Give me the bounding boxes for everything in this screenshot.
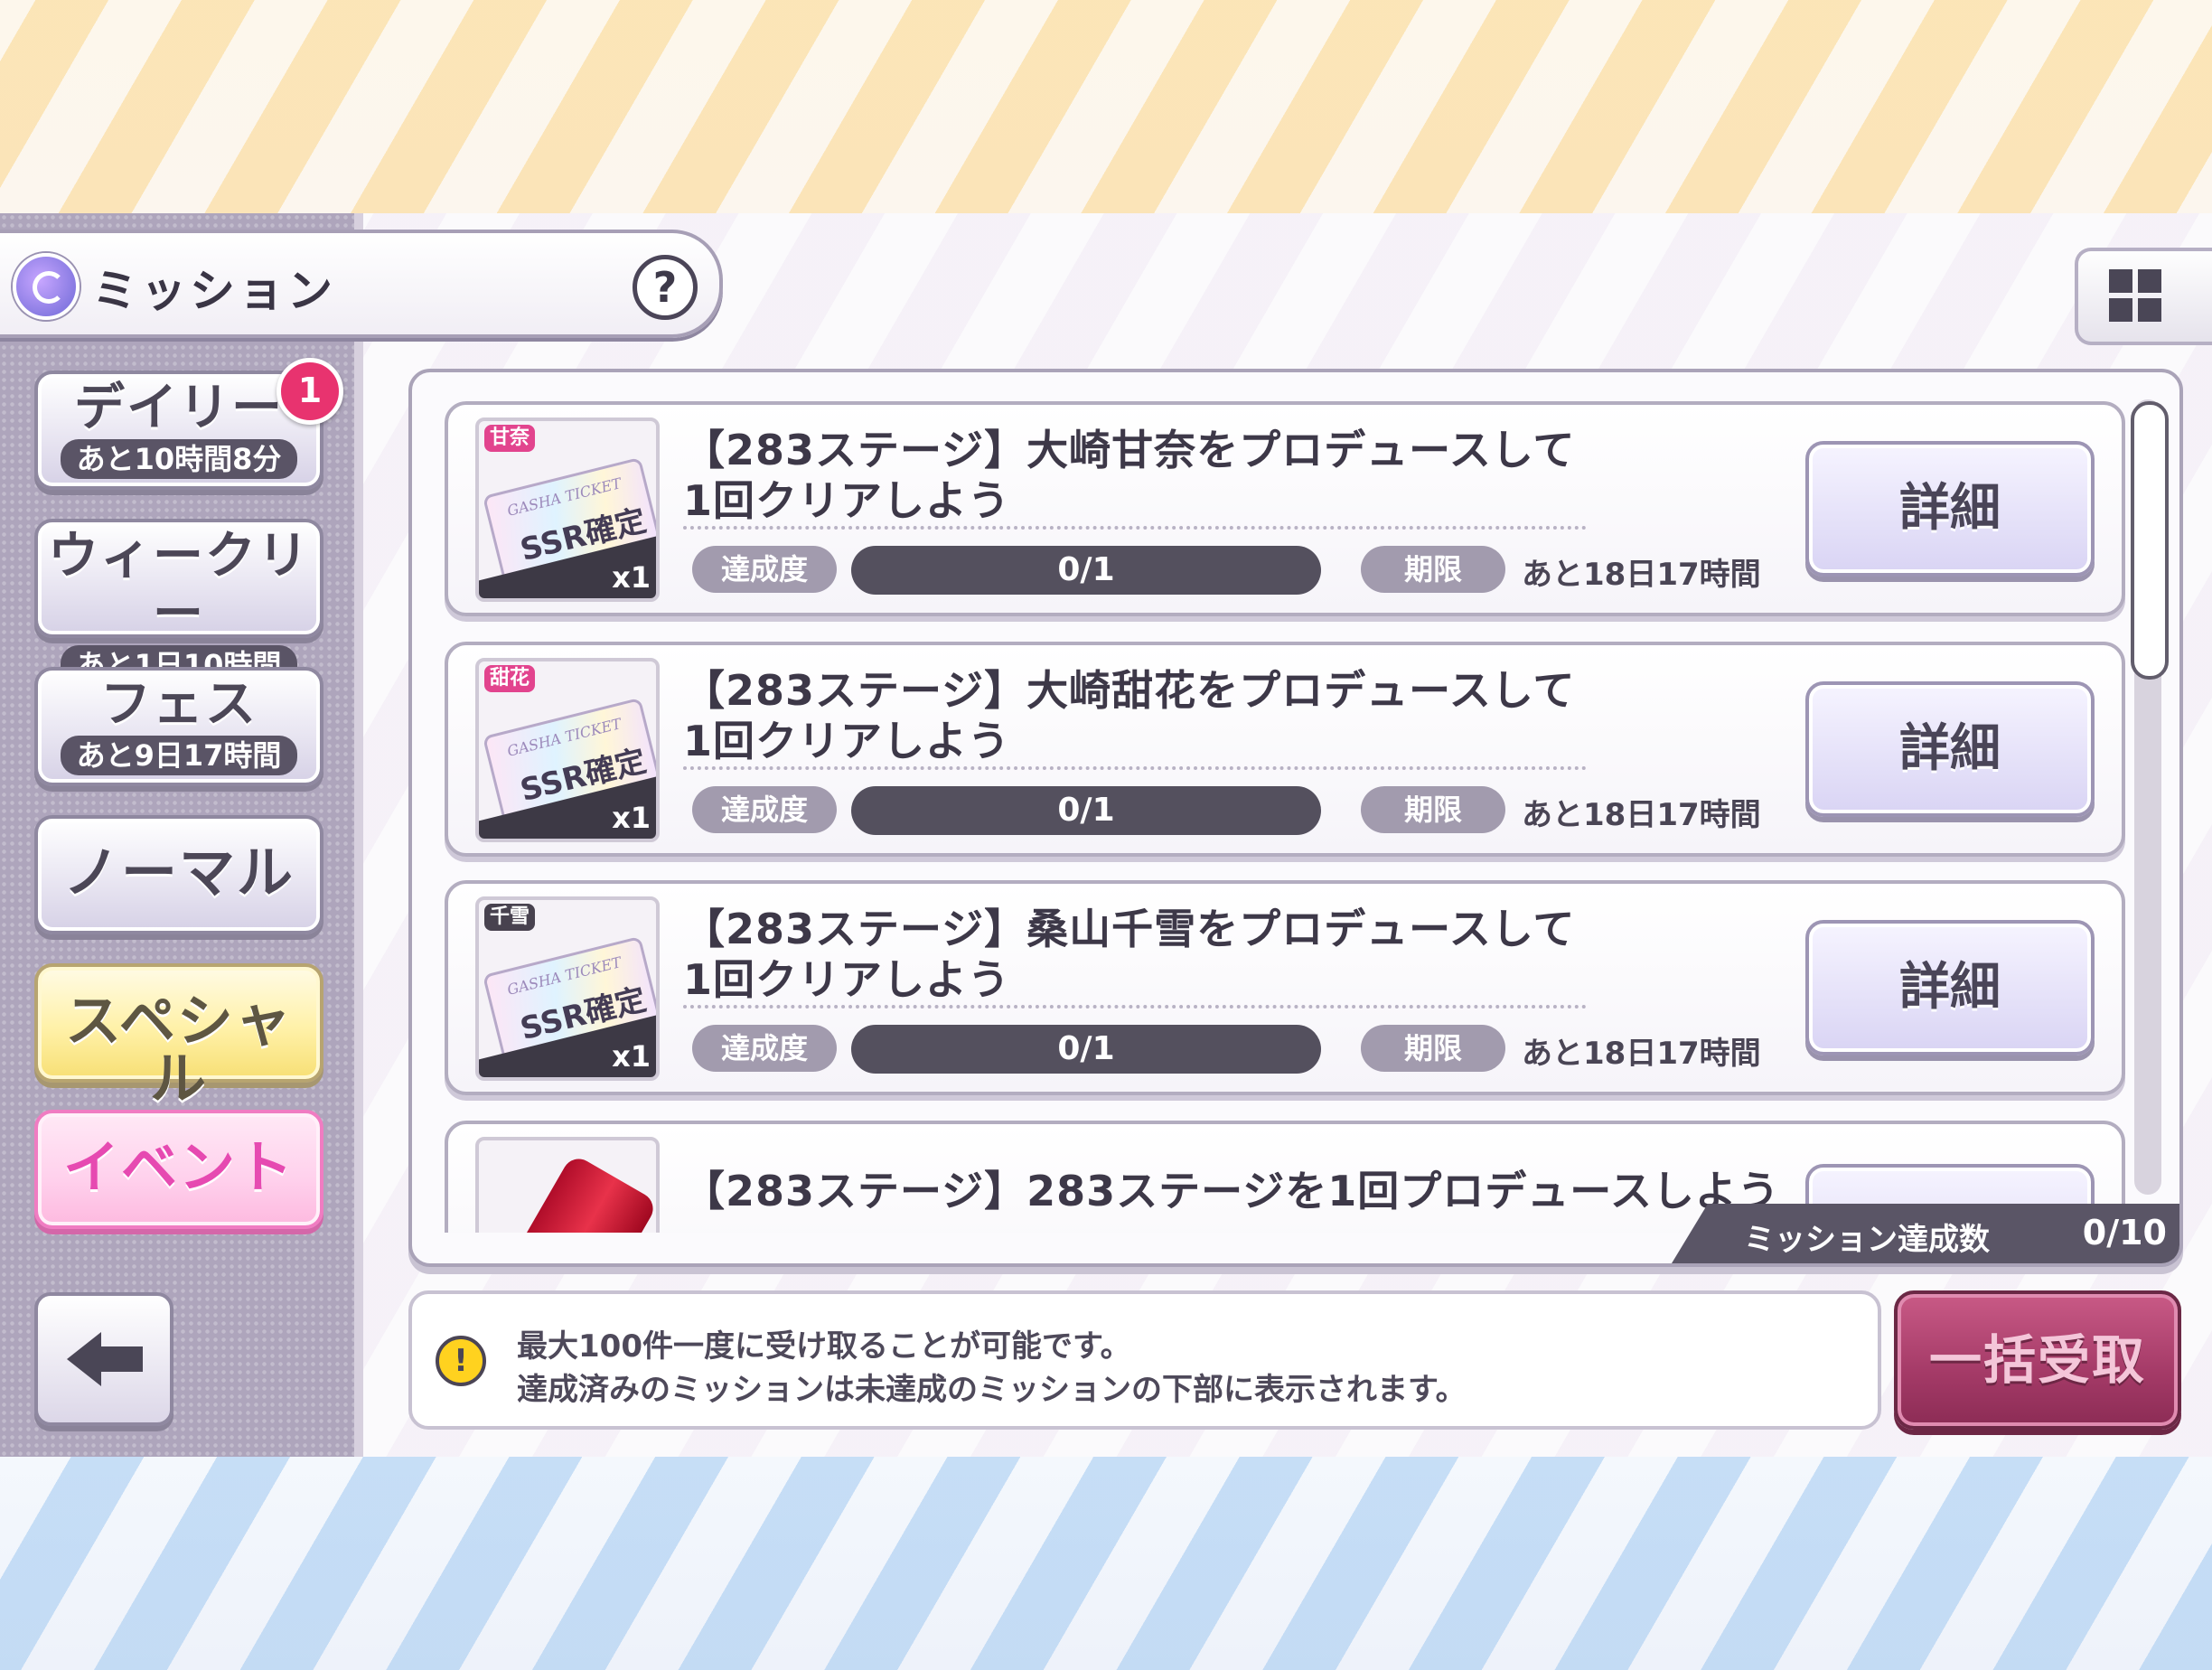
tab-special[interactable]: スペシャル bbox=[34, 963, 323, 1108]
notification-badge: 1 bbox=[276, 358, 343, 425]
mission-card: GASHA TICKET SSR確定 千雪 x1 【283ステージ】桑山千雪をプ… bbox=[445, 880, 2125, 1095]
reward-thumbnail: GASHA TICKET SSR確定 甜花 x1 bbox=[475, 658, 660, 842]
reward-thumbnail: GASHA TICKET SSR確定 千雪 x1 bbox=[475, 896, 660, 1081]
mission-count-label: ミッション達成数 bbox=[1744, 1222, 1990, 1258]
mission-title: 【283ステージ】283ステージを1回プロデュースしよう bbox=[683, 1167, 1780, 1215]
progress-label: 達成度 bbox=[692, 786, 837, 833]
back-arrow-icon bbox=[67, 1332, 101, 1386]
grid-menu-icon bbox=[2109, 269, 2132, 293]
help-button[interactable]: ? bbox=[633, 255, 698, 320]
tab-normal-label: ノーマル bbox=[62, 840, 295, 905]
detail-button[interactable]: 詳細 bbox=[1805, 681, 2095, 817]
progress-value: 0/1 bbox=[851, 786, 1321, 835]
left-rail-edge bbox=[354, 213, 363, 1457]
tab-weekly-label: ウィークリー bbox=[48, 527, 310, 643]
progress-value: 0/1 bbox=[851, 1025, 1321, 1074]
mission-count-bar: ミッション達成数 0/10 bbox=[1672, 1204, 2179, 1263]
tab-daily-remaining: あと10時間8分 bbox=[60, 439, 298, 479]
detail-button[interactable]: 詳細 bbox=[1805, 441, 2095, 577]
drink-can-icon bbox=[495, 1152, 656, 1233]
reward-thumbnail bbox=[475, 1137, 660, 1233]
warning-icon: ! bbox=[436, 1336, 486, 1386]
idol-tag: 甘奈 bbox=[484, 425, 536, 452]
reward-quantity: x1 bbox=[612, 801, 651, 835]
tab-event-label: イベント bbox=[62, 1134, 295, 1200]
reward-quantity: x1 bbox=[612, 1039, 651, 1074]
tab-event[interactable]: イベント bbox=[34, 1110, 323, 1229]
deadline-value: あと18日17時間 bbox=[1522, 557, 1761, 593]
deadline-value: あと18日17時間 bbox=[1522, 797, 1761, 833]
mission-title: 【283ステージ】桑山千雪をプロデュースして1回クリアしよう bbox=[683, 905, 1576, 1004]
mission-card: GASHA TICKET SSR確定 甜花 x1 【283ステージ】大崎甜花をプ… bbox=[445, 642, 2125, 857]
mission-count-value: 0/10 bbox=[2082, 1213, 2167, 1252]
deadline-label: 期限 bbox=[1361, 1025, 1505, 1072]
reward-quantity: x1 bbox=[612, 560, 651, 595]
page-title: ミッション bbox=[92, 265, 336, 317]
background-bottom bbox=[0, 1457, 2212, 1670]
progress-value: 0/1 bbox=[851, 546, 1321, 595]
mission-title: 【283ステージ】大崎甜花をプロデュースして1回クリアしよう bbox=[683, 666, 1576, 765]
notice-line-2: 達成済みのミッションは未達成のミッションの下部に表示されます。 bbox=[517, 1372, 1467, 1408]
tab-weekly[interactable]: ウィークリー あと1日10時間 bbox=[34, 519, 323, 685]
mission-card: GASHA TICKET SSR確定 甘奈 x1 【283ステージ】大崎甘奈をプ… bbox=[445, 401, 2125, 616]
back-button[interactable] bbox=[34, 1292, 173, 1426]
notice-line-1: 最大100件一度に受け取ることが可能です。 bbox=[517, 1328, 1131, 1365]
scrollbar-thumb[interactable] bbox=[2131, 401, 2169, 680]
deadline-label: 期限 bbox=[1361, 786, 1505, 833]
progress-label: 達成度 bbox=[692, 1025, 837, 1072]
mission-icon bbox=[13, 253, 80, 320]
mission-title: 【283ステージ】大崎甘奈をプロデュースして1回クリアしよう bbox=[683, 426, 1576, 525]
grid-menu-button[interactable] bbox=[2075, 248, 2212, 345]
tab-special-label: スペシャル bbox=[65, 988, 293, 1112]
tab-fes-label: フェス bbox=[100, 675, 258, 734]
detail-button[interactable]: 詳細 bbox=[1805, 920, 2095, 1055]
tab-normal[interactable]: ノーマル bbox=[34, 815, 323, 934]
deadline-value: あと18日17時間 bbox=[1522, 1036, 1761, 1072]
bulk-receive-button[interactable]: 一括受取 bbox=[1894, 1290, 2181, 1430]
tab-fes-remaining: あと9日17時間 bbox=[60, 736, 298, 775]
tab-fes[interactable]: フェス あと9日17時間 bbox=[34, 667, 323, 786]
notice-box: ! 最大100件一度に受け取ることが可能です。 達成済みのミッションは未達成のミ… bbox=[408, 1290, 1881, 1430]
idol-tag: 甜花 bbox=[484, 665, 536, 692]
reward-thumbnail: GASHA TICKET SSR確定 甘奈 x1 bbox=[475, 418, 660, 602]
progress-label: 達成度 bbox=[692, 546, 837, 593]
deadline-label: 期限 bbox=[1361, 546, 1505, 593]
idol-tag: 千雪 bbox=[484, 904, 536, 931]
mission-list[interactable]: GASHA TICKET SSR確定 甘奈 x1 【283ステージ】大崎甘奈をプ… bbox=[408, 369, 2183, 1267]
mission-title-bar: ミッション ? bbox=[0, 230, 723, 338]
